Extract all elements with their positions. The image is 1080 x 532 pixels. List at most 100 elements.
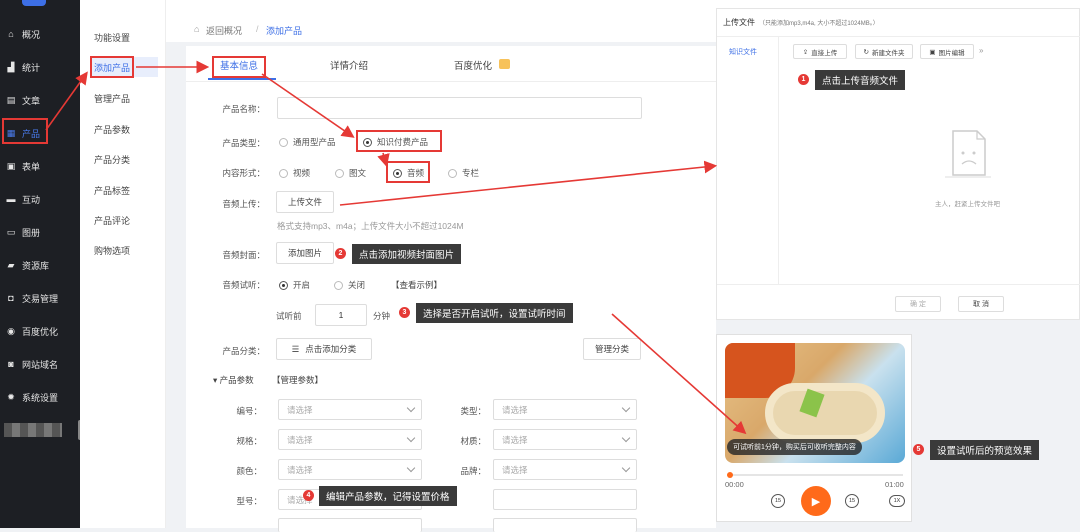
subnav-product-category[interactable]: 产品分类 <box>94 153 130 166</box>
product-form-panel: 基本信息 详情介绍 百度优化 产品名称： 产品类型： 通用型产品 知识付费产品 … <box>186 46 716 532</box>
type-label: 产品类型： <box>222 138 265 148</box>
radio-circle <box>335 168 344 178</box>
progress-handle[interactable] <box>727 472 733 478</box>
param-label-type: 类型： <box>460 406 486 416</box>
param-row5-left-select[interactable] <box>278 518 422 532</box>
home-icon: ⌂ <box>194 24 200 34</box>
radio-circle <box>334 280 343 290</box>
new-folder-button[interactable]: ↻ 新建文件夹 <box>855 44 913 59</box>
knowledge-files-tab[interactable]: 知识文件 <box>729 47 757 57</box>
sidebar-item-settings[interactable]: ✹ 系统设置 <box>0 386 80 408</box>
refresh-icon: ↻ <box>863 48 869 56</box>
empty-file-icon <box>945 130 991 178</box>
sidebar-item-forms[interactable]: ▣ 表单 <box>0 155 80 177</box>
manage-category-button[interactable]: 管理分类 <box>583 338 641 360</box>
direct-upload-button[interactable]: ⇪ 直接上传 <box>793 44 847 59</box>
trial-minutes-input[interactable]: 1 <box>315 304 367 326</box>
param-brand-select[interactable]: 请选择 <box>493 459 637 480</box>
sidebar-item-articles[interactable]: ▤ 文章 <box>0 89 80 111</box>
radio-circle <box>279 168 288 178</box>
params-toggle[interactable]: ▾ 产品参数 <box>213 374 254 386</box>
radio-circle <box>448 168 457 178</box>
sidebar-item-interaction[interactable]: ▬ 互动 <box>0 188 80 210</box>
confirm-button[interactable]: 确 定 <box>895 296 941 312</box>
caret-down-icon: ▾ <box>213 375 218 385</box>
trial-before-label: 试听前 <box>276 311 302 321</box>
folder-icon: ▰ <box>7 260 15 270</box>
play-icon[interactable]: ▶ <box>801 486 831 516</box>
view-example-link[interactable]: 【查看示例】 <box>391 279 442 291</box>
param-color-select[interactable]: 请选择 <box>278 459 422 480</box>
param-spec-select[interactable]: 请选择 <box>278 429 422 450</box>
param-label-material: 材质： <box>460 436 486 446</box>
type-general-radio[interactable]: 通用型产品 <box>279 136 336 148</box>
sidebar-item-trade[interactable]: ◘ 交易管理 <box>0 287 80 309</box>
more-icon[interactable]: » <box>979 46 983 55</box>
trial-caption: 可试听前1分钟，购买后可收听完整内容 <box>727 439 862 455</box>
annotation-box-products <box>2 118 48 144</box>
dialog-footer-divider <box>717 284 1080 285</box>
param-label-code: 编号： <box>236 406 262 416</box>
add-category-button[interactable]: ☰ 点击添加分类 <box>276 338 372 360</box>
step-5-badge: 5 <box>913 444 924 455</box>
sidebar-item-stats[interactable]: ▟ 统计 <box>0 56 80 78</box>
upload-dialog-title: 上传文件 <box>723 18 755 27</box>
user-avatar-blurred[interactable] <box>4 423 62 437</box>
annotation-box-basic-info <box>212 56 266 78</box>
category-label: 产品分类： <box>222 346 265 356</box>
subnav-product-params[interactable]: 产品参数 <box>94 123 130 136</box>
radio-circle-checked <box>279 280 288 290</box>
audio-upload-label: 音频上传： <box>222 199 265 209</box>
subnav-shopping-options[interactable]: 购物选项 <box>94 244 130 257</box>
rewind-15-icon[interactable]: 15 <box>771 494 785 508</box>
chevron-down-icon <box>406 463 416 473</box>
upload-file-dialog: 上传文件 （只能添加mp3,m4a, 大小不超过1024MB。） 知识文件 ⇪ 直… <box>716 8 1080 320</box>
subnav-settings[interactable]: 功能设置 <box>94 31 130 44</box>
crown-icon <box>499 59 510 69</box>
param-material-select[interactable]: 请选择 <box>493 429 637 450</box>
form-icon: ▣ <box>6 161 16 171</box>
sidebar-item-library[interactable]: ▰ 资源库 <box>0 254 80 276</box>
content-column-radio[interactable]: 专栏 <box>448 167 479 179</box>
progress-track[interactable] <box>727 474 903 476</box>
home-icon: ⌂ <box>8 29 14 39</box>
tip-add-cover: 点击添加视频封面图片 <box>352 244 462 264</box>
tab-details[interactable]: 详情介绍 <box>330 58 368 72</box>
product-name-input[interactable] <box>277 97 642 119</box>
gear-icon: ✹ <box>7 392 15 402</box>
sidebar-item-album[interactable]: ▭ 图册 <box>0 221 80 243</box>
chat-icon: ▬ <box>6 194 16 204</box>
audio-preview-player: 可试听前1分钟，购买后可收听完整内容 00:00 01:00 15 ▶ 15 1… <box>716 334 912 522</box>
sidebar-item-domain[interactable]: ◙ 网站域名 <box>0 353 80 375</box>
forward-15-icon[interactable]: 15 <box>845 494 859 508</box>
subnav-product-tags[interactable]: 产品标签 <box>94 184 130 197</box>
image-edit-button[interactable]: ▣ 图片编辑 <box>920 44 974 59</box>
content-article-radio[interactable]: 图文 <box>335 167 366 179</box>
sidebar-item-overview[interactable]: ⌂ 概况 <box>0 23 80 45</box>
tip-preview-effect: 设置试听后的预览效果 <box>930 440 1040 460</box>
param-row5-right-select[interactable] <box>493 518 637 532</box>
time-start: 00:00 <box>725 480 744 489</box>
param-extra-input[interactable] <box>493 489 637 510</box>
tip-edit-params: 编辑产品参数，记得设置价格 <box>319 486 457 506</box>
param-code-select[interactable]: 请选择 <box>278 399 422 420</box>
trial-off-radio[interactable]: 关闭 <box>334 279 365 291</box>
subnav-product-reviews[interactable]: 产品评论 <box>94 214 130 227</box>
content-video-radio[interactable]: 视频 <box>279 167 310 179</box>
add-image-button[interactable]: 添加图片 <box>276 242 334 264</box>
manage-params-link[interactable]: 【管理参数】 <box>272 374 323 386</box>
cancel-button[interactable]: 取 消 <box>958 296 1004 312</box>
cover-label: 音频封面： <box>222 250 265 260</box>
breadcrumb-back[interactable]: 返回概况 <box>206 24 242 37</box>
trial-on-radio[interactable]: 开启 <box>279 279 310 291</box>
upload-file-button[interactable]: 上传文件 <box>276 191 334 213</box>
tab-baidu-seo[interactable]: 百度优化 <box>454 58 492 72</box>
seo-icon: ◉ <box>7 326 15 336</box>
chart-icon: ▟ <box>7 62 15 72</box>
subnav-manage-products[interactable]: 管理产品 <box>94 92 130 105</box>
playback-speed-button[interactable]: 1X <box>889 495 905 507</box>
annotation-box-knowledge <box>356 130 442 152</box>
param-type-select[interactable]: 请选择 <box>493 399 637 420</box>
sidebar-item-seo[interactable]: ◉ 百度优化 <box>0 320 80 342</box>
empty-state-text: 主人，赶紧上传文件吧 <box>935 201 1000 208</box>
